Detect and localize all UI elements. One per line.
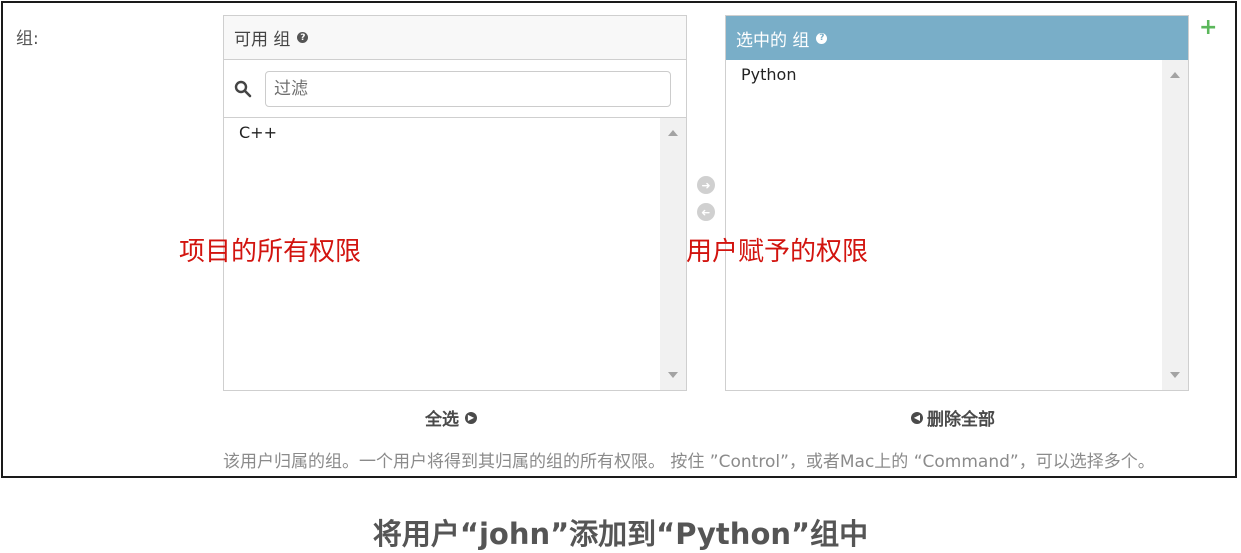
choose-all-link[interactable]: 全选 ▶	[425, 405, 477, 430]
scroll-up-arrow-icon[interactable]	[1170, 72, 1180, 78]
chosen-groups-title: 选中的 组	[736, 30, 810, 51]
question-circle-icon[interactable]: ?	[816, 32, 828, 44]
available-groups-box: 可用 组 ? C++	[223, 15, 687, 391]
available-groups-header: 可用 组 ?	[224, 16, 686, 60]
chosen-groups-box: 选中的 组 ? Python	[725, 15, 1189, 391]
chosen-groups-header: 选中的 组 ?	[726, 16, 1188, 60]
annotation-user-permissions: 用户赋予的权限	[686, 237, 869, 267]
search-icon	[234, 80, 252, 98]
scroll-up-arrow-icon[interactable]	[668, 130, 678, 136]
scroll-down-arrow-icon[interactable]	[668, 372, 678, 378]
annotation-all-permissions: 项目的所有权限	[179, 237, 362, 267]
list-item[interactable]: Python	[726, 60, 1188, 89]
list-item[interactable]: C++	[224, 118, 686, 147]
figure-caption: 将用户“john”添加到“Python”组中	[372, 517, 869, 551]
filter-row	[224, 60, 686, 118]
choose-button[interactable]: ➜	[697, 176, 715, 194]
field-label: 组:	[16, 29, 39, 49]
remove-button[interactable]: ➜	[697, 203, 715, 221]
circle-arrow-left-icon: ◀	[911, 411, 923, 424]
scrollbar[interactable]	[1162, 60, 1188, 390]
remove-all-label: 删除全部	[927, 410, 995, 430]
available-groups-title: 可用 组	[234, 30, 291, 50]
scrollbar[interactable]	[660, 118, 686, 390]
circle-arrow-right-icon: ▶	[465, 411, 477, 424]
scroll-down-arrow-icon[interactable]	[1170, 372, 1180, 378]
question-circle-icon[interactable]: ?	[297, 32, 309, 43]
add-group-button[interactable]: +	[1199, 15, 1217, 40]
group-selector-panel: 组: 可用 组 ? C++ ➜ ➜ 选中的 组 ?	[1, 1, 1237, 478]
help-text: 该用户归属的组。一个用户将得到其归属的组的所有权限。 按住 ”Control”，…	[223, 452, 1155, 472]
choose-all-label: 全选	[425, 410, 459, 430]
remove-all-link[interactable]: ◀ 删除全部	[911, 405, 995, 430]
filter-input[interactable]	[265, 71, 671, 107]
chosen-groups-list[interactable]: Python	[726, 60, 1188, 390]
